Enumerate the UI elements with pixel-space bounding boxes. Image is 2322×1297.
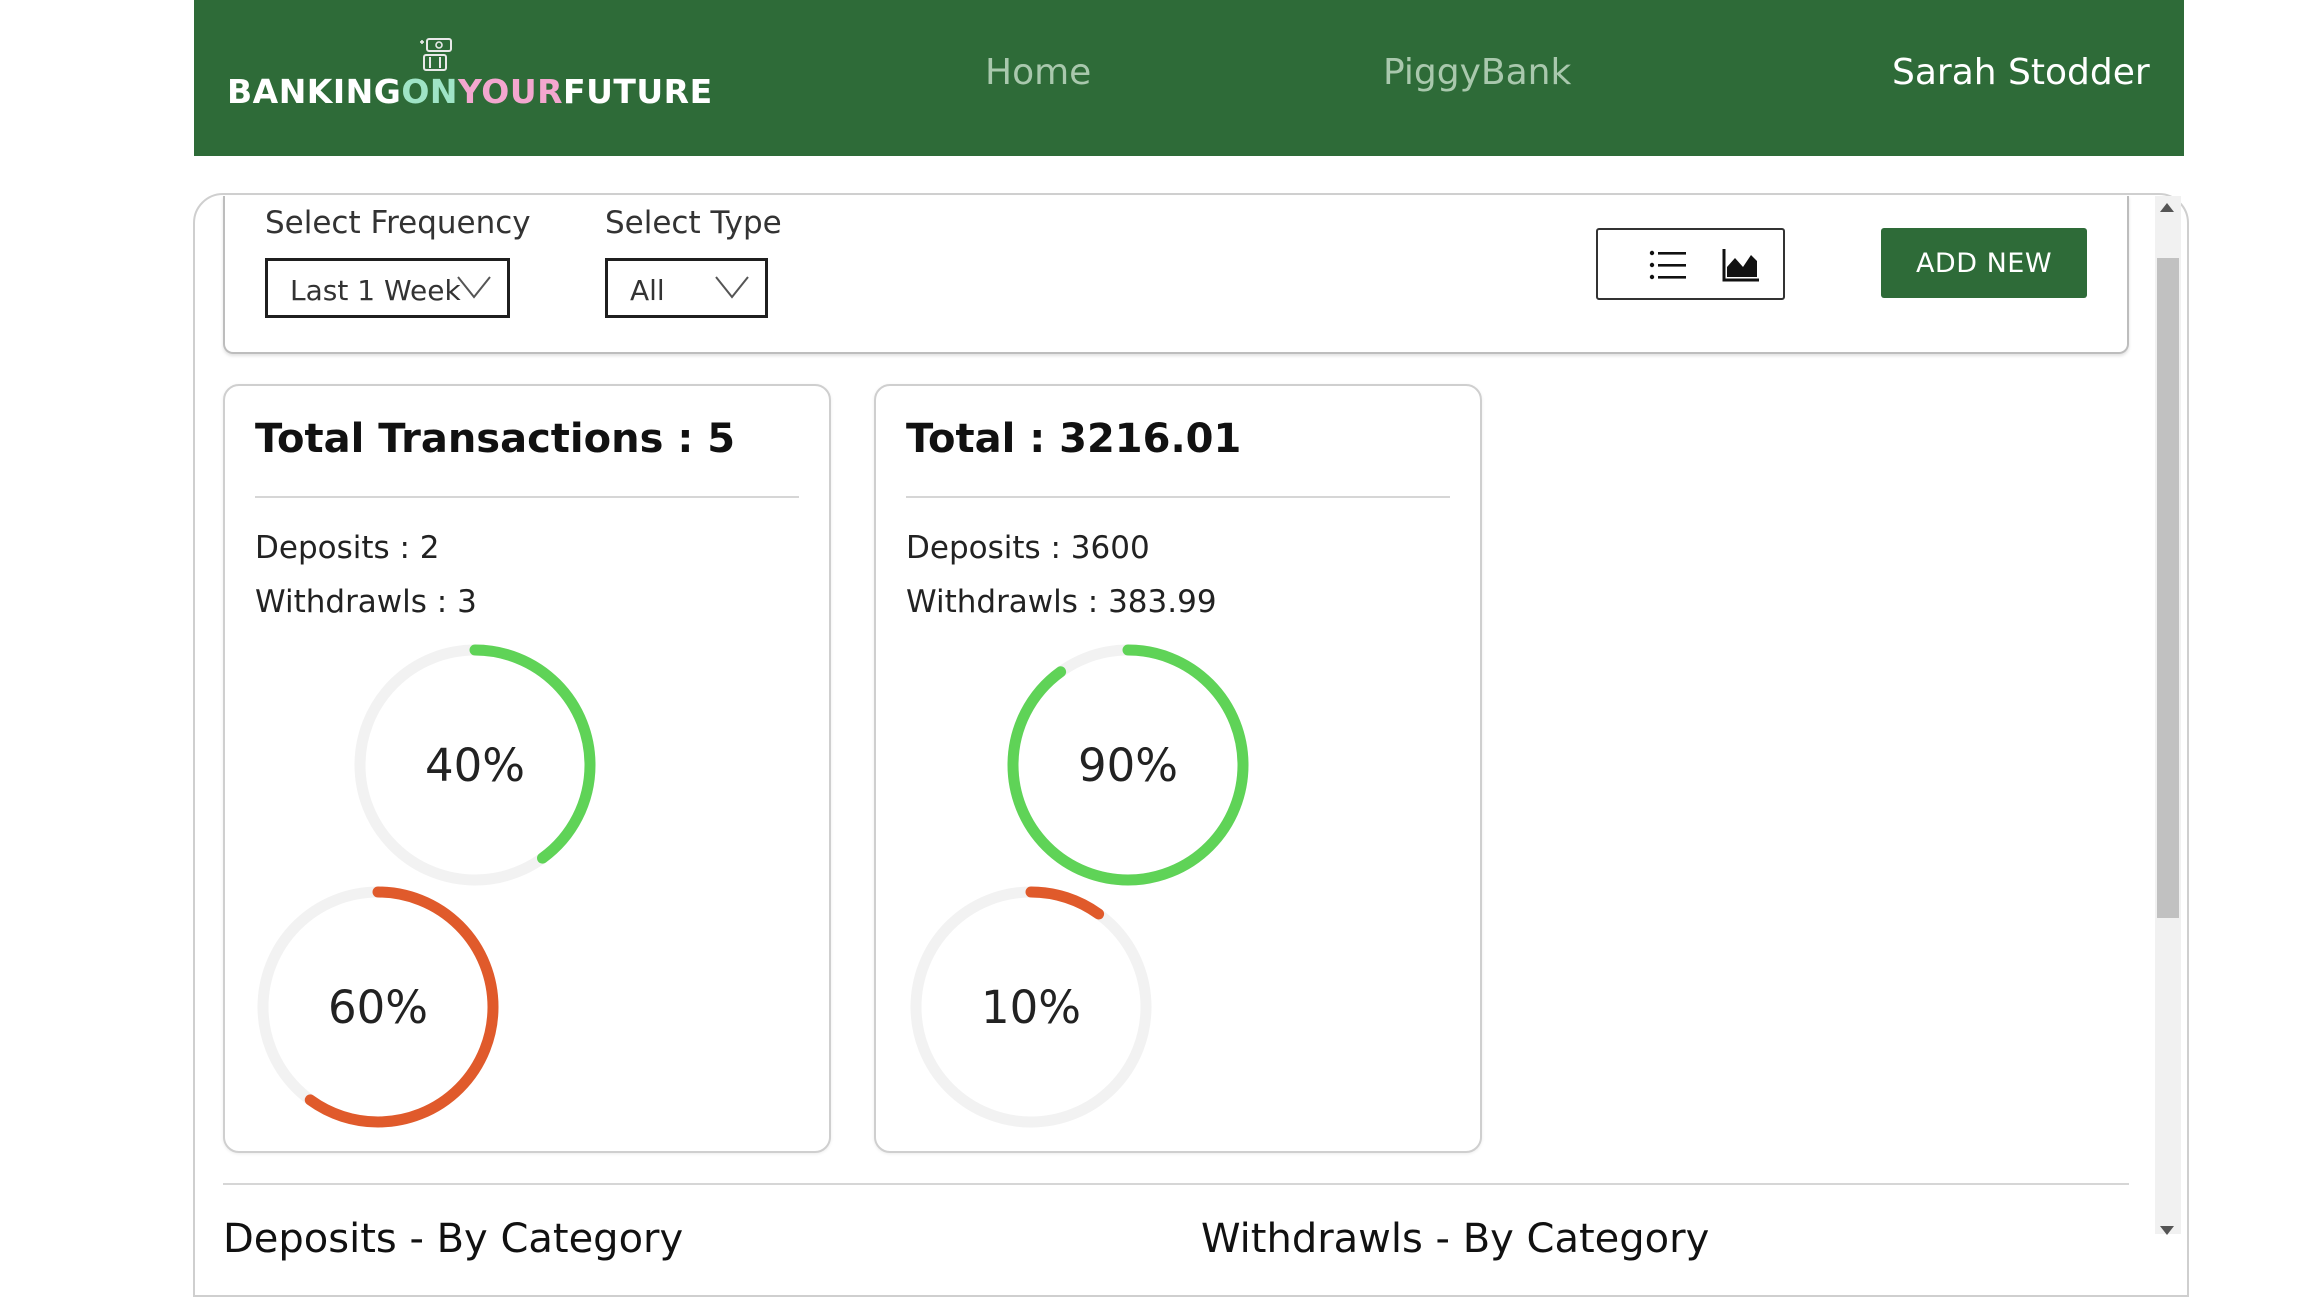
withdrawals-by-category-title: Withdrawls - By Category — [1201, 1216, 1710, 1262]
deposit-count-percent: 40% — [424, 738, 526, 792]
brand-part-your: YOUR — [458, 72, 564, 111]
withdrawals-total: Withdrawls : 383.99 — [906, 584, 1217, 620]
withdrawal-count-ring: 60% — [253, 882, 503, 1132]
frequency-label: Select Frequency — [265, 205, 531, 241]
nav-piggybank-link[interactable]: PiggyBank — [1383, 52, 1571, 93]
card-divider — [255, 496, 799, 498]
card-divider — [906, 496, 1450, 498]
transactions-total-title: Total : 3216.01 — [906, 416, 1242, 462]
withdrawal-amount-percent: 10% — [980, 980, 1082, 1034]
frequency-select[interactable]: Last 1 Week — [265, 258, 510, 318]
nav-user-name[interactable]: Sarah Stodder — [1892, 52, 2150, 93]
nav-home-link[interactable]: Home — [985, 52, 1091, 93]
brand-part-future: FUTURE — [563, 72, 713, 111]
type-label: Select Type — [605, 205, 782, 241]
brand-part-on: ON — [401, 72, 459, 111]
frequency-select-value: Last 1 Week — [290, 274, 461, 307]
withdrawals-count: Withdrawls : 3 — [255, 584, 477, 620]
scroll-up-arrow-icon[interactable] — [2160, 203, 2174, 212]
scrollbar-thumb[interactable] — [2157, 258, 2179, 918]
type-select-value: All — [630, 274, 665, 307]
chevron-down-icon — [715, 276, 749, 299]
section-divider — [223, 1183, 2129, 1185]
deposit-amount-ring: 90% — [1003, 640, 1253, 890]
brand-part-banking: BANKING — [227, 72, 402, 111]
view-toggle — [1596, 228, 1785, 300]
deposits-count: Deposits : 2 — [255, 530, 440, 566]
withdrawal-count-percent: 60% — [327, 980, 429, 1034]
brand-logo[interactable]: BANKINGONYOURFUTURE — [227, 72, 713, 111]
add-new-button[interactable]: ADD NEW — [1881, 228, 2087, 298]
chart-view-icon[interactable] — [1721, 247, 1761, 283]
deposits-by-category-title: Deposits - By Category — [223, 1216, 684, 1262]
deposits-total: Deposits : 3600 — [906, 530, 1150, 566]
deposit-amount-percent: 90% — [1077, 738, 1179, 792]
deposit-count-ring: 40% — [350, 640, 600, 890]
chevron-down-icon — [457, 276, 491, 299]
money-icon — [420, 38, 452, 71]
type-select[interactable]: All — [605, 258, 768, 318]
list-view-icon[interactable] — [1648, 247, 1688, 283]
transactions-count-title: Total Transactions : 5 — [255, 416, 736, 462]
withdrawal-amount-ring: 10% — [906, 882, 1156, 1132]
